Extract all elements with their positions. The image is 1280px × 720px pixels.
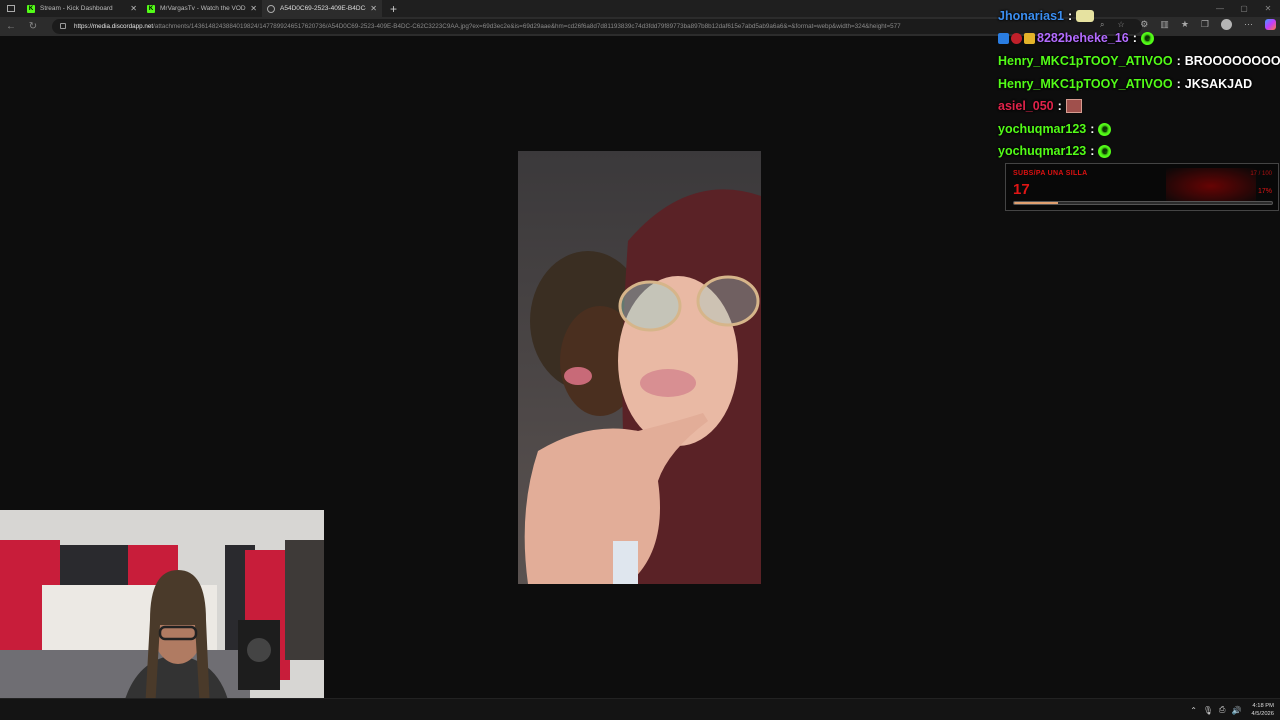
chat-separator: : xyxy=(1068,9,1073,23)
clock-time: 4:18 PM xyxy=(1252,703,1274,709)
kick-emote-icon: e xyxy=(1098,122,1112,136)
system-tray: ⌃ 🎙 ⎙ 🔊 4:18 PM 4/5/2026 xyxy=(1190,699,1280,720)
window-controls: — ▢ ✕ xyxy=(1208,0,1280,17)
chat-message: asiel_050 : xyxy=(998,96,1082,116)
goal-progress-bar xyxy=(1013,201,1273,205)
close-icon[interactable]: ✕ xyxy=(130,4,137,13)
maximize-icon[interactable]: ▢ xyxy=(1232,0,1256,17)
taskbar: ⌃ 🎙 ⎙ 🔊 4:18 PM 4/5/2026 xyxy=(0,698,1280,720)
chat-separator: : xyxy=(1176,54,1181,68)
collections-icon[interactable]: ❐ xyxy=(1201,19,1209,30)
microphone-icon[interactable]: 🎙 xyxy=(1203,706,1213,715)
chat-message: yochuqmar123 : e xyxy=(998,141,1112,161)
kick-emote-icon: e xyxy=(1140,31,1154,45)
chat-username: 8282beheke_16 xyxy=(1037,31,1129,45)
url-path: /attachments/1436148243884019824/1477899… xyxy=(153,23,901,30)
sub-goal-widget: SUBS/PA UNA SILLA 17 / 100 17 17% xyxy=(1005,163,1279,211)
tab-label: A54D0C69-2523-409E-B4DC-C62C3223C9AA.jpg xyxy=(280,5,366,12)
tab-kick-dashboard[interactable]: K Stream - Kick Dashboard ✕ xyxy=(22,0,142,17)
chat-message: Henry_MKC1pTOOY_ATIVOO : BROOOOOOOOOOOOO xyxy=(998,51,1280,71)
url-host: https://media.discordapp.net xyxy=(74,23,154,30)
more-menu-icon[interactable]: ⋯ xyxy=(1244,19,1253,30)
chat-text: JKSAKJAD xyxy=(1184,77,1253,91)
reload-icon[interactable]: ↻ xyxy=(22,21,44,32)
emote-icon xyxy=(1065,99,1082,113)
close-icon[interactable]: ✕ xyxy=(250,4,257,13)
chat-username: yochuqmar123 xyxy=(998,144,1087,158)
chat-message: 8282beheke_16 : e xyxy=(998,28,1154,48)
photo-image xyxy=(518,151,761,584)
chat-username: Jhonarias1 xyxy=(998,9,1065,23)
clock[interactable]: 4:18 PM 4/5/2026 xyxy=(1251,702,1274,718)
chevron-up-icon[interactable]: ⌃ xyxy=(1190,706,1197,715)
profile-avatar[interactable] xyxy=(1221,19,1232,30)
chat-separator: : xyxy=(1057,99,1062,113)
back-icon[interactable]: ← xyxy=(0,21,22,32)
chat-separator: : xyxy=(1176,77,1181,91)
chat-username: Henry_MKC1pTOOY_ATIVOO xyxy=(998,54,1173,68)
kick-icon: K xyxy=(27,4,35,13)
badge-icon xyxy=(998,32,1009,44)
favorites-icon[interactable]: ★ xyxy=(1181,19,1189,30)
copilot-icon[interactable] xyxy=(1265,19,1276,30)
chat-username: yochuqmar123 xyxy=(998,122,1087,136)
webcam-image xyxy=(0,510,324,720)
split-screen-icon[interactable]: ▥ xyxy=(1160,19,1169,30)
chat-separator: : xyxy=(1090,122,1095,136)
tab-label: Stream - Kick Dashboard xyxy=(40,5,113,12)
tab-vod[interactable]: K MrVargasTv - Watch the VOD on Kick ✕ xyxy=(142,0,262,17)
globe-icon xyxy=(267,4,275,13)
badge-icon xyxy=(1011,32,1022,44)
close-window-icon[interactable]: ✕ xyxy=(1256,0,1280,17)
site-info-icon[interactable] xyxy=(60,23,66,29)
minimize-icon[interactable]: — xyxy=(1208,0,1232,17)
volume-icon[interactable]: 🔊 xyxy=(1231,706,1241,715)
chat-username: asiel_050 xyxy=(998,99,1054,113)
streamer-webcam xyxy=(0,510,324,720)
emote-icon xyxy=(1076,10,1095,22)
clock-date: 4/5/2026 xyxy=(1251,711,1274,717)
chat-separator: : xyxy=(1090,144,1095,158)
chat-message: yochuqmar123 : e xyxy=(998,119,1112,139)
url-field[interactable]: https://media.discordapp.net/attachments… xyxy=(52,19,1142,34)
new-tab-button[interactable]: + xyxy=(390,2,397,16)
tab-actions-icon[interactable] xyxy=(0,0,22,17)
chat-text: BROOOOOOOOOOOOO xyxy=(1184,54,1280,68)
chat-message: Henry_MKC1pTOOY_ATIVOO : JKSAKJAD xyxy=(998,74,1252,94)
viewed-photo xyxy=(518,151,761,584)
tab-image[interactable]: A54D0C69-2523-409E-B4DC-C62C3223C9AA.jpg… xyxy=(262,0,382,17)
goal-target: 17 / 100 xyxy=(1250,171,1272,177)
goal-percent: 17% xyxy=(1257,188,1272,195)
chat-separator: : xyxy=(1132,31,1137,45)
goal-progress-fill xyxy=(1014,202,1058,204)
kick-emote-icon: e xyxy=(1098,144,1112,158)
network-icon[interactable]: ⎙ xyxy=(1219,705,1225,715)
tab-label: MrVargasTv - Watch the VOD on Kick xyxy=(160,5,246,12)
goal-count: 17 xyxy=(1013,181,1030,198)
goal-title: SUBS/PA UNA SILLA xyxy=(1013,170,1088,177)
chat-message: Jhonarias1 : xyxy=(998,6,1095,26)
kick-icon: K xyxy=(147,4,155,13)
chat-username: Henry_MKC1pTOOY_ATIVOO xyxy=(998,77,1173,91)
close-icon[interactable]: ✕ xyxy=(370,4,377,13)
crown-badge-icon xyxy=(1024,32,1035,44)
